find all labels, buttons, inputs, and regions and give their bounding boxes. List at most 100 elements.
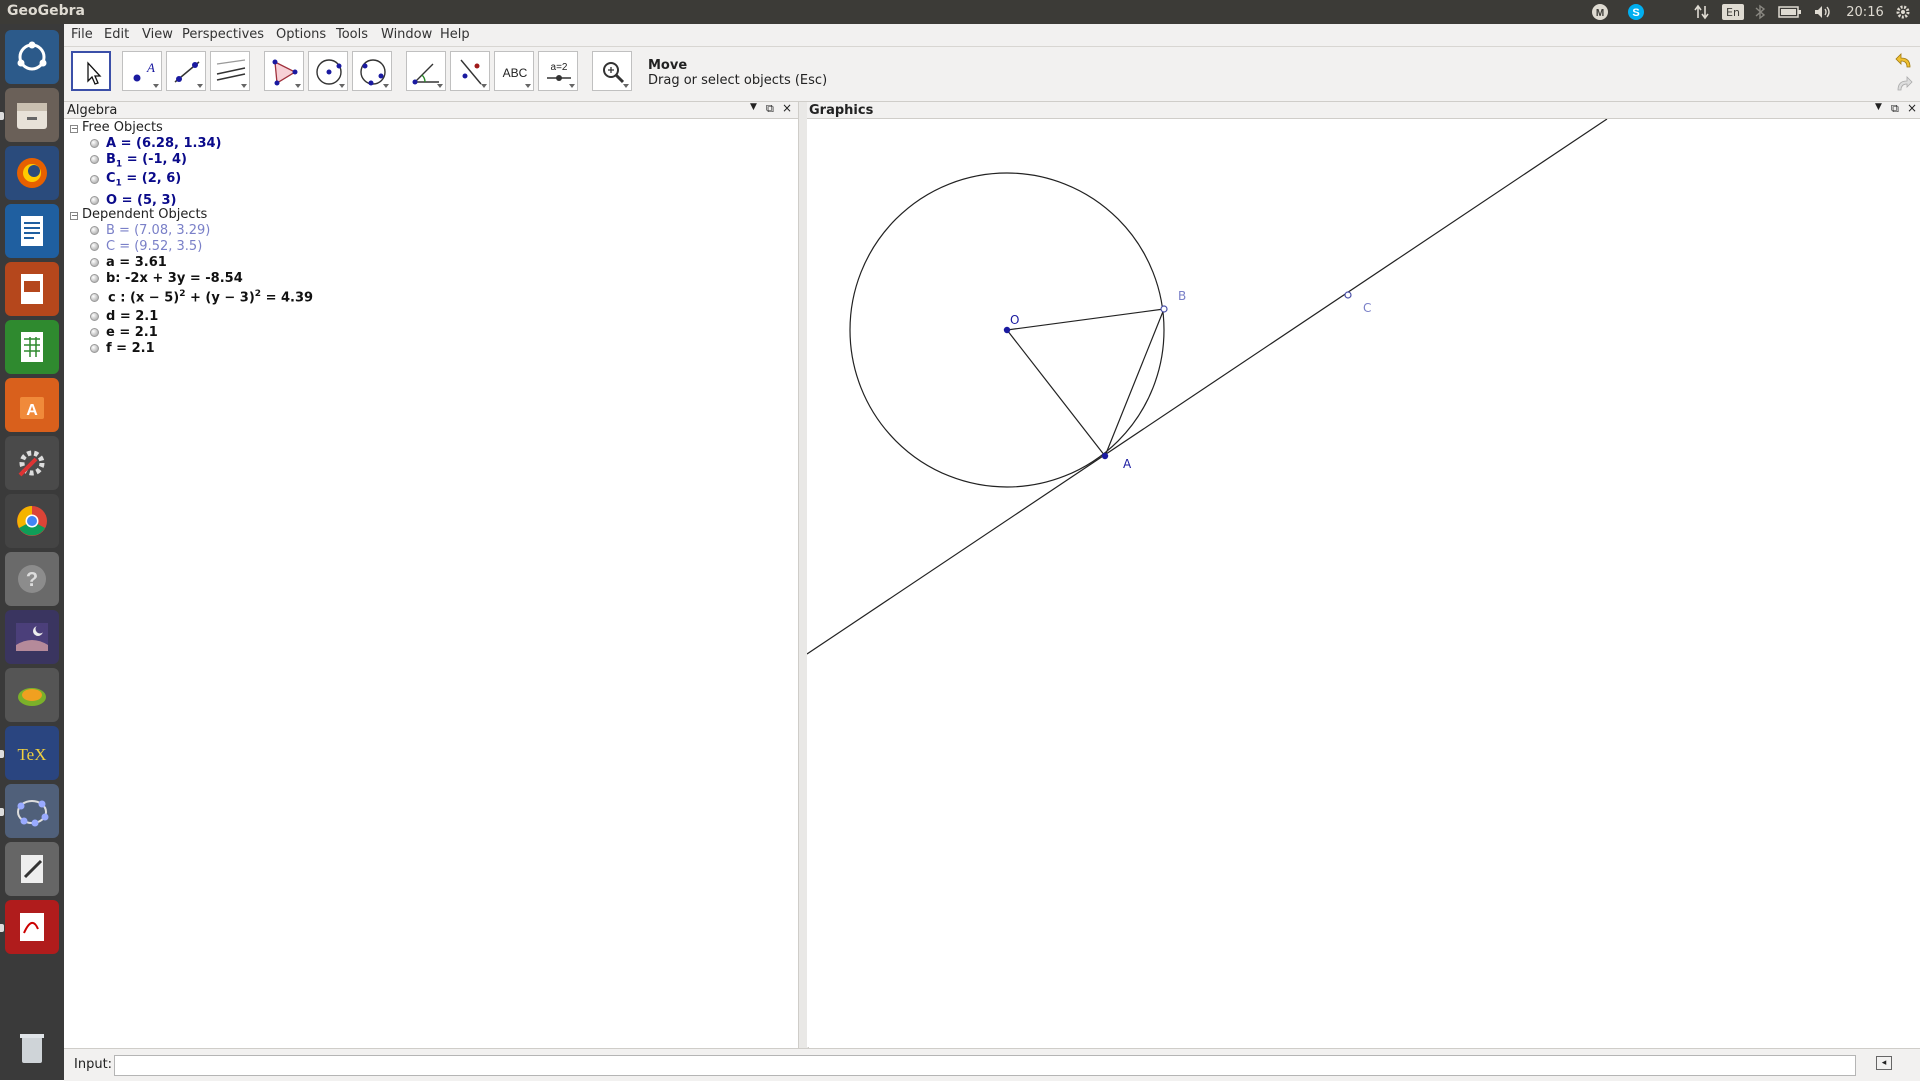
visibility-toggle[interactable] [90, 293, 99, 302]
software-center-icon[interactable]: A [5, 378, 59, 432]
collapse-icon[interactable]: − [70, 125, 78, 133]
algebra-item[interactable]: e = 2.1 [106, 325, 158, 341]
menu-options[interactable]: Options [276, 27, 326, 42]
algebra-item[interactable]: c : (x − 5)2 + (y − 3)2 = 4.39 [108, 289, 313, 305]
dependent-objects-header[interactable]: Dependent Objects [82, 207, 207, 223]
menu-edit[interactable]: Edit [104, 27, 129, 42]
undo-icon[interactable] [1894, 51, 1914, 71]
graphics-view[interactable]: O B C A [807, 119, 1920, 1047]
algebra-item[interactable]: b: -2x + 3y = -8.54 [106, 271, 243, 287]
keyboard-layout-indicator[interactable]: En [1722, 4, 1744, 20]
visibility-toggle[interactable] [90, 242, 99, 251]
volume-icon[interactable] [1812, 3, 1834, 21]
visibility-toggle[interactable] [90, 155, 99, 164]
input-field[interactable] [114, 1055, 1856, 1076]
visibility-toggle[interactable] [90, 226, 99, 235]
fruit-app-icon[interactable] [5, 668, 59, 722]
writer-icon[interactable] [5, 204, 59, 258]
algebra-item[interactable]: B1 = (-1, 4) [106, 152, 187, 170]
algebra-item[interactable]: A = (6.28, 1.34) [106, 136, 222, 152]
segment-f[interactable] [1006, 329, 1106, 457]
point-o[interactable] [1003, 326, 1011, 334]
line-tool-button[interactable] [166, 51, 206, 91]
panel-menu-icon[interactable]: ▼ [1875, 102, 1882, 112]
active-tool-help: Drag or select objects (Esc) [648, 73, 828, 88]
algebra-item[interactable]: d = 2.1 [106, 309, 158, 325]
text-tool-button[interactable]: ABC [494, 51, 534, 91]
circle-tool-button[interactable] [308, 51, 348, 91]
ubuntu-dash-icon[interactable] [5, 30, 59, 84]
graphics-canvas[interactable]: O B C A [807, 119, 1920, 1047]
line-b[interactable] [807, 119, 1608, 655]
system-settings-icon[interactable] [5, 436, 59, 490]
undock-icon[interactable]: ⧉ [766, 102, 774, 116]
menu-view[interactable]: View [142, 27, 173, 42]
algebra-item[interactable]: C = (9.52, 3.5) [106, 239, 202, 255]
bluetooth-icon[interactable] [1752, 3, 1768, 21]
panel-menu-icon[interactable]: ▼ [750, 102, 757, 112]
trash-icon[interactable] [5, 1020, 59, 1074]
graphics-panel-title: Graphics [809, 103, 874, 118]
mail-icon[interactable]: M [1590, 3, 1610, 21]
point-tool-button[interactable]: A [122, 51, 162, 91]
point-c[interactable] [1344, 291, 1352, 299]
tool-menu-arrow-icon [623, 84, 629, 88]
polygon-tool-button[interactable] [264, 51, 304, 91]
ellipse-tool-button[interactable] [352, 51, 392, 91]
visibility-toggle[interactable] [90, 344, 99, 353]
move-tool-button[interactable] [71, 51, 111, 91]
slider-tool-button[interactable]: a=2 [538, 51, 578, 91]
zoom-tool-button[interactable] [592, 51, 632, 91]
launcher-running-indicator [0, 112, 4, 120]
chrome-icon[interactable] [5, 494, 59, 548]
menu-file[interactable]: File [71, 27, 93, 42]
clock[interactable]: 20:16 [1845, 3, 1885, 21]
visibility-toggle[interactable] [90, 274, 99, 283]
visibility-toggle[interactable] [90, 175, 99, 184]
texmaker-icon[interactable]: TeX [5, 726, 59, 780]
algebra-view: − Free Objects A = (6.28, 1.34) B1 = (-1… [64, 119, 798, 1047]
visibility-toggle[interactable] [90, 312, 99, 321]
menu-help[interactable]: Help [440, 27, 470, 42]
battery-icon[interactable] [1777, 3, 1803, 21]
firefox-icon[interactable] [5, 146, 59, 200]
input-label: Input: [74, 1057, 113, 1072]
slider-tool-label: a=2 [551, 62, 568, 73]
segment-d[interactable] [1006, 308, 1165, 331]
algebra-item[interactable]: f = 2.1 [106, 341, 155, 357]
network-icon[interactable] [1692, 3, 1712, 21]
perpendicular-line-tool-button[interactable] [210, 51, 250, 91]
algebra-item[interactable]: B = (7.08, 3.29) [106, 223, 210, 239]
label-c: C [1363, 301, 1371, 315]
free-objects-header[interactable]: Free Objects [82, 120, 163, 136]
gear-icon[interactable] [1893, 3, 1913, 21]
algebra-item[interactable]: a = 3.61 [106, 255, 167, 271]
close-icon[interactable]: × [782, 101, 792, 115]
impress-icon[interactable] [5, 262, 59, 316]
night-scene-app-icon[interactable] [5, 610, 59, 664]
calc-icon[interactable] [5, 320, 59, 374]
visibility-toggle[interactable] [90, 258, 99, 267]
visibility-toggle[interactable] [90, 328, 99, 337]
point-a[interactable] [1101, 452, 1109, 460]
files-icon[interactable] [5, 88, 59, 142]
collapse-icon[interactable]: − [70, 212, 78, 220]
algebra-item[interactable]: C1 = (2, 6) [106, 171, 181, 189]
menu-window[interactable]: Window [381, 27, 432, 42]
skype-icon[interactable]: S [1626, 3, 1646, 21]
point-b[interactable] [1160, 305, 1168, 313]
visibility-toggle[interactable] [90, 196, 99, 205]
angle-tool-button[interactable] [406, 51, 446, 91]
menu-perspectives[interactable]: Perspectives [182, 27, 264, 42]
geogebra-icon[interactable] [5, 784, 59, 838]
redo-icon[interactable] [1894, 74, 1914, 94]
text-editor-icon[interactable] [5, 842, 59, 896]
visibility-toggle[interactable] [90, 139, 99, 148]
help-icon[interactable]: ? [5, 552, 59, 606]
undock-icon[interactable]: ⧉ [1891, 102, 1899, 116]
input-help-icon[interactable]: ◂ [1876, 1056, 1892, 1070]
pdf-viewer-icon[interactable] [5, 900, 59, 954]
close-icon[interactable]: × [1907, 101, 1917, 115]
reflect-tool-button[interactable] [450, 51, 490, 91]
menu-tools[interactable]: Tools [336, 27, 368, 42]
